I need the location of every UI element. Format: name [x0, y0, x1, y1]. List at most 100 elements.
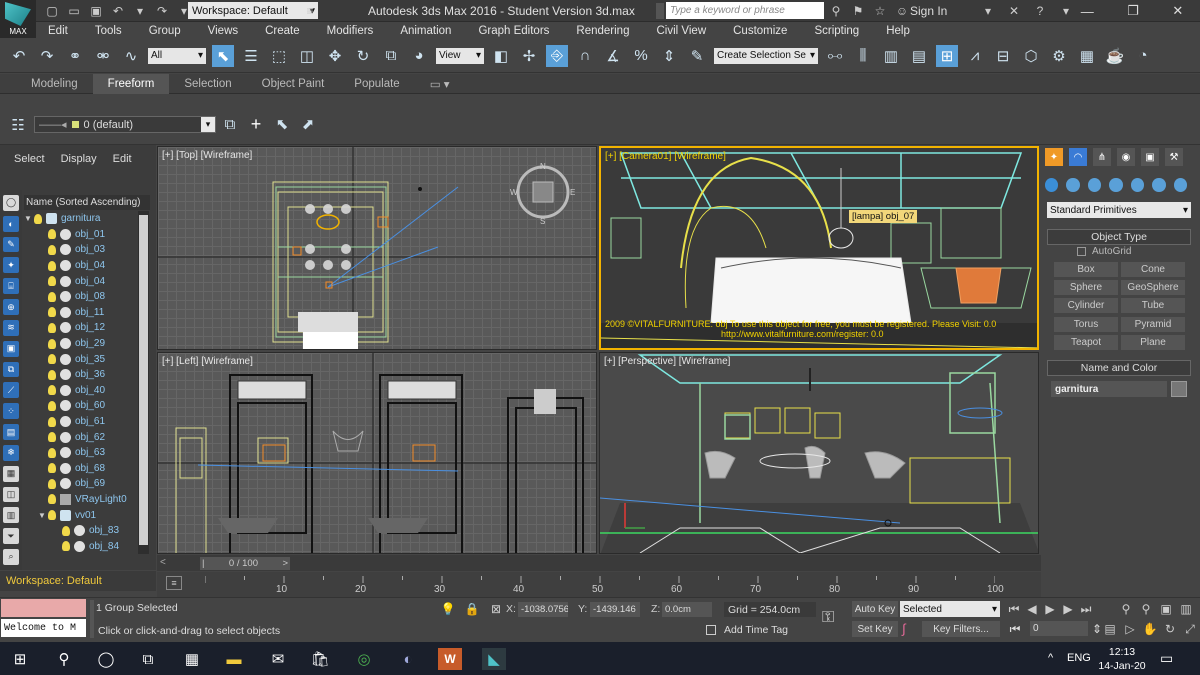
spinner-snap-icon[interactable]: ⇕: [658, 45, 680, 67]
tree-row[interactable]: obj_29: [24, 336, 138, 352]
visibility-bulb-icon[interactable]: [62, 541, 70, 552]
tree-row[interactable]: ▼ vv01: [24, 507, 138, 523]
systems-icon[interactable]: [1173, 178, 1187, 192]
geometry-icon[interactable]: [1045, 178, 1059, 192]
tree-row[interactable]: obj_12: [24, 320, 138, 336]
mini-curve-editor-icon[interactable]: ≡: [166, 576, 182, 590]
expand-arrow-icon[interactable]: ▼: [38, 511, 48, 520]
align-icon[interactable]: ⫼: [852, 45, 874, 67]
open-folder-icon[interactable]: ▭: [66, 3, 82, 19]
tab-populate[interactable]: Populate: [339, 74, 414, 94]
visibility-bulb-icon[interactable]: [48, 338, 56, 349]
layer-explorer-icon[interactable]: ▥: [880, 45, 902, 67]
menu-modifiers[interactable]: Modifiers: [327, 25, 374, 37]
go-to-start-icon[interactable]: ⏮: [1006, 601, 1022, 617]
visibility-bulb-icon[interactable]: [48, 510, 56, 521]
save-icon[interactable]: ▣: [88, 3, 104, 19]
rectangular-selection-icon[interactable]: ⬚: [268, 45, 290, 67]
visibility-bulb-icon[interactable]: [48, 369, 56, 380]
tree-row[interactable]: obj_35: [24, 351, 138, 367]
add-to-layer-icon[interactable]: +: [248, 114, 264, 134]
tree-row[interactable]: obj_63: [24, 445, 138, 461]
plane-button[interactable]: Plane: [1121, 335, 1185, 350]
display-all-icon[interactable]: ▦: [3, 465, 19, 482]
visibility-bulb-icon[interactable]: [48, 260, 56, 271]
favorites-star-icon[interactable]: ☆: [872, 3, 888, 19]
menu-group[interactable]: Group: [149, 25, 181, 37]
zoom-icon[interactable]: ⚲: [1118, 601, 1134, 617]
next-frame-icon[interactable]: ▶: [1060, 601, 1076, 617]
menu-customize[interactable]: Customize: [733, 25, 787, 37]
percent-snap-icon[interactable]: %: [630, 45, 652, 67]
tube-button[interactable]: Tube: [1121, 298, 1185, 313]
angle-snap-icon[interactable]: ∡: [602, 45, 624, 67]
store-icon[interactable]: 🛍: [308, 648, 332, 670]
undo-icon[interactable]: ↶: [8, 45, 30, 67]
undo-dropdown-icon[interactable]: ▾: [132, 3, 148, 19]
x-coordinate-field[interactable]: -1038.0756: [518, 602, 568, 617]
redo-icon[interactable]: ↷: [154, 3, 170, 19]
maximize-viewport-icon[interactable]: ⤢: [1182, 621, 1198, 637]
visibility-bulb-icon[interactable]: [62, 525, 70, 536]
tab-modeling[interactable]: Modeling: [16, 74, 93, 94]
workspace-menu-icon[interactable]: ≡: [302, 3, 318, 19]
set-key-button[interactable]: Set Key: [852, 621, 898, 637]
keyword-search-input[interactable]: Type a keyword or phrase: [666, 2, 824, 19]
tree-row[interactable]: obj_03: [24, 242, 138, 258]
tab-freeform[interactable]: Freeform: [92, 73, 170, 94]
tree-row[interactable]: obj_62: [24, 429, 138, 445]
cylinder-button[interactable]: Cylinder: [1054, 298, 1118, 313]
add-time-tag-button[interactable]: Add Time Tag: [724, 624, 788, 636]
select-by-name-icon[interactable]: ☰: [240, 45, 262, 67]
rendered-frame-window-icon[interactable]: ▦: [1076, 45, 1098, 67]
browser-icon[interactable]: ◐: [396, 648, 420, 670]
word-icon[interactable]: W: [438, 648, 462, 670]
binoculars-icon[interactable]: ⚲: [828, 3, 844, 19]
menu-scripting[interactable]: Scripting: [814, 25, 859, 37]
tree-row[interactable]: obj_69: [24, 476, 138, 492]
edit-named-selection-icon[interactable]: ✎: [686, 45, 708, 67]
visibility-bulb-icon[interactable]: [48, 478, 56, 489]
new-file-icon[interactable]: ▢: [44, 3, 60, 19]
set-key-mode-key-icon[interactable]: ⚿: [822, 609, 834, 627]
viewport-top[interactable]: N S E W [+] [Top] [Wireframe]: [157, 146, 597, 350]
key-filters-button[interactable]: Key Filters...: [922, 621, 1000, 637]
create-tab-icon[interactable]: ✦: [1045, 148, 1063, 166]
tree-row[interactable]: obj_83: [24, 523, 138, 539]
column-header-name[interactable]: Name (Sorted Ascending): [24, 195, 150, 210]
calculator-icon[interactable]: ▦: [180, 648, 204, 670]
motion-tab-icon[interactable]: ◉: [1117, 148, 1135, 166]
z-coordinate-field[interactable]: 0.0cm: [662, 602, 712, 617]
tree-row[interactable]: VRayLight0: [24, 492, 138, 508]
visibility-bulb-icon[interactable]: [48, 432, 56, 443]
menu-tools[interactable]: Tools: [95, 25, 122, 37]
menu-views[interactable]: Views: [208, 25, 238, 37]
sphere-button[interactable]: Sphere: [1054, 280, 1118, 295]
sign-in-link[interactable]: Sign In: [910, 4, 947, 18]
display-cameras-icon[interactable]: ⌸: [3, 278, 19, 295]
explorer-tab-edit[interactable]: Edit: [113, 153, 132, 165]
user-icon[interactable]: ☺: [894, 3, 910, 19]
display-particles-icon[interactable]: ⁘: [3, 403, 19, 420]
menu-rendering[interactable]: Rendering: [576, 25, 629, 37]
display-children-icon[interactable]: ▥: [3, 507, 19, 524]
new-layer-icon[interactable]: ⧉: [222, 116, 238, 133]
pyramid-button[interactable]: Pyramid: [1121, 317, 1185, 332]
lights-icon[interactable]: [1087, 178, 1102, 192]
object-type-rollout[interactable]: Object Type: [1047, 229, 1191, 245]
mirror-icon[interactable]: ⧟: [824, 45, 846, 67]
visibility-bulb-icon[interactable]: [48, 416, 56, 427]
hierarchy-tab-icon[interactable]: ⋔: [1093, 148, 1111, 166]
chrome-icon[interactable]: ◎: [352, 648, 376, 670]
explorer-tab-select[interactable]: Select: [14, 153, 45, 165]
link-icon[interactable]: ⚭: [64, 45, 86, 67]
tree-row[interactable]: obj_61: [24, 414, 138, 430]
system-clock[interactable]: 12:13 14-Jan-20: [1097, 645, 1147, 673]
visibility-bulb-icon[interactable]: [48, 447, 56, 458]
task-view-icon[interactable]: ⧉: [136, 648, 160, 670]
key-mode-dropdown[interactable]: Selected ▾: [900, 601, 1000, 617]
snaps-toggle-icon[interactable]: ∩: [574, 45, 596, 67]
visibility-bulb-icon[interactable]: [48, 494, 56, 505]
tab-object-paint[interactable]: Object Paint: [247, 74, 340, 94]
bind-space-warp-icon[interactable]: ∿: [120, 45, 142, 67]
